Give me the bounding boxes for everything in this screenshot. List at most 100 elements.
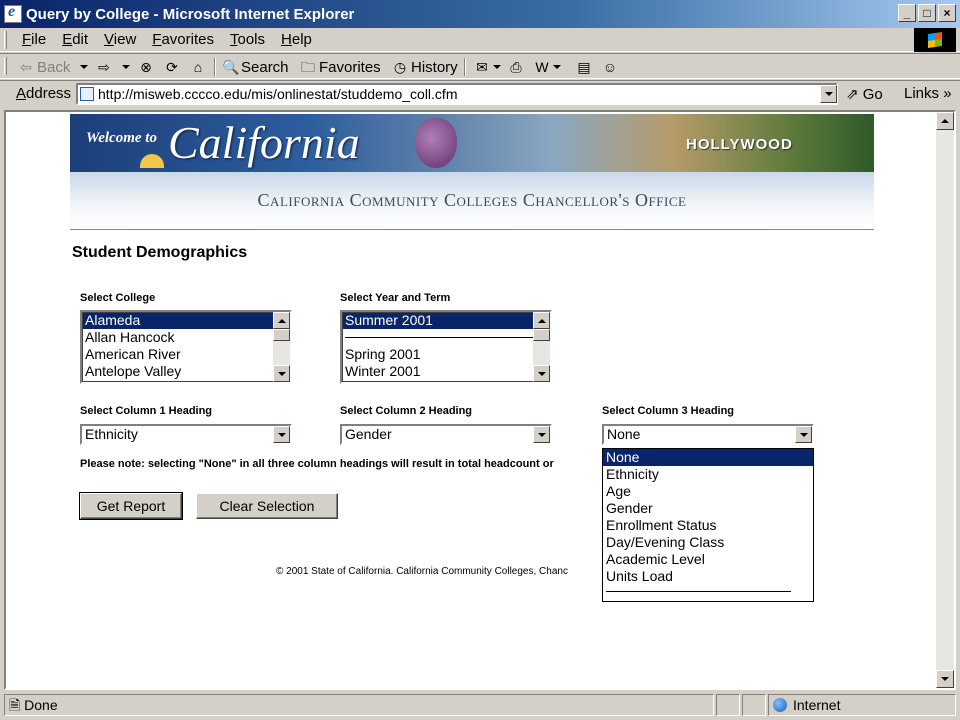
minimize-button[interactable]: _ bbox=[898, 4, 916, 22]
toolbar-grip[interactable] bbox=[4, 57, 7, 75]
print-button[interactable]: ⎙ bbox=[508, 56, 527, 78]
print-icon: ⎙ bbox=[510, 59, 522, 75]
col1-dropdown-button[interactable] bbox=[273, 426, 290, 443]
search-icon: 🔍 bbox=[222, 59, 240, 75]
college-option[interactable]: American River bbox=[82, 346, 290, 363]
favorites-folder-icon: 🗀 bbox=[301, 59, 315, 75]
banner-welcome: Welcome to bbox=[86, 130, 157, 146]
links-button[interactable]: Links » bbox=[904, 85, 952, 102]
page-scrollbar[interactable] bbox=[936, 112, 954, 688]
banner-hollywood: HOLLYWOOD bbox=[686, 136, 793, 153]
page-viewport[interactable]: Welcome to California HOLLYWOOD Californ… bbox=[4, 110, 956, 690]
banner-state: California bbox=[168, 117, 360, 168]
college-label: Select College bbox=[80, 292, 156, 304]
mail-button[interactable]: ✉ bbox=[474, 56, 501, 78]
scroll-up-button[interactable] bbox=[273, 312, 290, 329]
messenger-button[interactable]: ☺ bbox=[602, 56, 621, 78]
college-option[interactable]: Allan Hancock bbox=[82, 329, 290, 346]
col3-label: Select Column 3 Heading bbox=[602, 405, 735, 417]
menu-grip[interactable] bbox=[4, 31, 7, 49]
address-label: Address bbox=[16, 85, 72, 102]
edit-button[interactable]: W bbox=[534, 56, 561, 78]
discuss-button[interactable]: ▤ bbox=[576, 56, 595, 78]
col3-option[interactable]: None bbox=[603, 449, 813, 466]
scroll-thumb[interactable] bbox=[533, 329, 550, 341]
stop-button[interactable]: ⊗ bbox=[138, 56, 157, 78]
refresh-button[interactable]: ⟳ bbox=[164, 56, 183, 78]
status-zone-pane: Internet bbox=[768, 694, 956, 716]
history-button[interactable]: ◷ History bbox=[392, 56, 458, 78]
window-title: Query by College - Microsoft Internet Ex… bbox=[26, 5, 355, 23]
chevron-down-icon bbox=[824, 92, 833, 96]
scroll-thumb[interactable] bbox=[273, 329, 290, 341]
chevron-down-icon bbox=[553, 65, 561, 69]
menu-favorites[interactable]: Favorites bbox=[144, 30, 222, 50]
address-dropdown[interactable] bbox=[820, 85, 837, 103]
chevron-right-icon: » bbox=[943, 85, 952, 102]
scroll-up-button[interactable] bbox=[533, 312, 550, 329]
address-input[interactable]: http://misweb.cccco.edu/mis/onlinestat/s… bbox=[76, 83, 838, 105]
maximize-button[interactable]: □ bbox=[918, 4, 936, 22]
forward-button[interactable]: ⇨ bbox=[96, 56, 115, 78]
search-button[interactable]: 🔍 Search bbox=[222, 56, 289, 78]
menu-file[interactable]: File bbox=[14, 30, 54, 50]
col3-select[interactable]: None bbox=[602, 424, 814, 445]
clear-selection-button[interactable]: Clear Selection bbox=[196, 493, 338, 519]
status-text-pane: 🗎 Done bbox=[4, 694, 714, 716]
favorites-label: Favorites bbox=[319, 58, 381, 76]
term-separator bbox=[342, 329, 550, 346]
col2-value: Gender bbox=[345, 426, 392, 442]
banner-office: California Community Colleges Chancellor… bbox=[257, 190, 687, 210]
scroll-down-button[interactable] bbox=[533, 365, 550, 382]
term-option[interactable]: Summer 2001 bbox=[342, 312, 550, 329]
menu-tools[interactable]: Tools bbox=[222, 30, 273, 50]
col3-dropdown-list[interactable]: None Ethnicity Age Gender Enrollment Sta… bbox=[602, 448, 814, 602]
col1-select[interactable]: Ethnicity bbox=[80, 424, 292, 445]
forward-dropdown[interactable] bbox=[122, 56, 130, 78]
address-bar: Address http://misweb.cccco.edu/mis/onli… bbox=[0, 80, 960, 108]
scroll-down-button[interactable] bbox=[273, 365, 290, 382]
back-dropdown[interactable] bbox=[80, 56, 88, 78]
chevron-up-icon bbox=[537, 318, 546, 323]
col2-select[interactable]: Gender bbox=[340, 424, 552, 445]
term-listbox[interactable]: Summer 2001 Spring 2001 Winter 2001 bbox=[340, 310, 552, 384]
menu-view[interactable]: View bbox=[96, 30, 144, 50]
title-bar[interactable]: Query by College - Microsoft Internet Ex… bbox=[0, 0, 960, 28]
menu-edit[interactable]: Edit bbox=[54, 30, 96, 50]
college-option[interactable]: Alameda bbox=[82, 312, 290, 329]
term-scrollbar[interactable] bbox=[533, 312, 550, 382]
term-option[interactable]: Spring 2001 bbox=[342, 346, 550, 363]
scroll-down-button[interactable] bbox=[936, 670, 954, 688]
chevron-down-icon bbox=[941, 677, 949, 681]
college-scrollbar[interactable] bbox=[273, 312, 290, 382]
col3-option[interactable]: Gender bbox=[603, 500, 813, 517]
term-option[interactable]: Winter 2001 bbox=[342, 363, 550, 380]
favorites-button[interactable]: 🗀 Favorites bbox=[300, 56, 381, 78]
go-arrow-icon: ⇗ bbox=[846, 86, 859, 103]
col3-option[interactable]: Enrollment Status bbox=[603, 517, 813, 534]
status-bar: 🗎 Done Internet bbox=[0, 692, 960, 720]
col3-option[interactable]: Academic Level bbox=[603, 551, 813, 568]
college-option[interactable]: Antelope Valley bbox=[82, 363, 290, 380]
address-url: http://misweb.cccco.edu/mis/onlinestat/s… bbox=[98, 86, 458, 102]
back-button[interactable]: ⇦ Back bbox=[18, 56, 70, 78]
col3-option[interactable]: Day/Evening Class bbox=[603, 534, 813, 551]
col3-option[interactable]: Age bbox=[603, 483, 813, 500]
home-button[interactable]: ⌂ bbox=[190, 56, 209, 78]
col3-option[interactable]: Units Load bbox=[603, 568, 813, 585]
col3-option[interactable]: Ethnicity bbox=[603, 466, 813, 483]
menu-bar: File Edit View Favorites Tools Help bbox=[0, 28, 960, 52]
col3-dropdown-button[interactable] bbox=[795, 426, 812, 443]
go-button[interactable]: ⇗ Go bbox=[846, 85, 883, 103]
col2-dropdown-button[interactable] bbox=[533, 426, 550, 443]
scroll-up-button[interactable] bbox=[936, 112, 954, 130]
mail-icon: ✉ bbox=[476, 59, 488, 75]
close-button[interactable]: × bbox=[938, 4, 956, 22]
menu-help[interactable]: Help bbox=[273, 30, 320, 50]
get-report-button[interactable]: Get Report bbox=[79, 492, 183, 520]
col3-value: None bbox=[607, 426, 641, 442]
forward-arrow-icon: ⇨ bbox=[98, 59, 110, 75]
chancellor-banner: California Community Colleges Chancellor… bbox=[70, 172, 874, 230]
refresh-icon: ⟳ bbox=[166, 59, 178, 75]
college-listbox[interactable]: Alameda Allan Hancock American River Ant… bbox=[80, 310, 292, 384]
